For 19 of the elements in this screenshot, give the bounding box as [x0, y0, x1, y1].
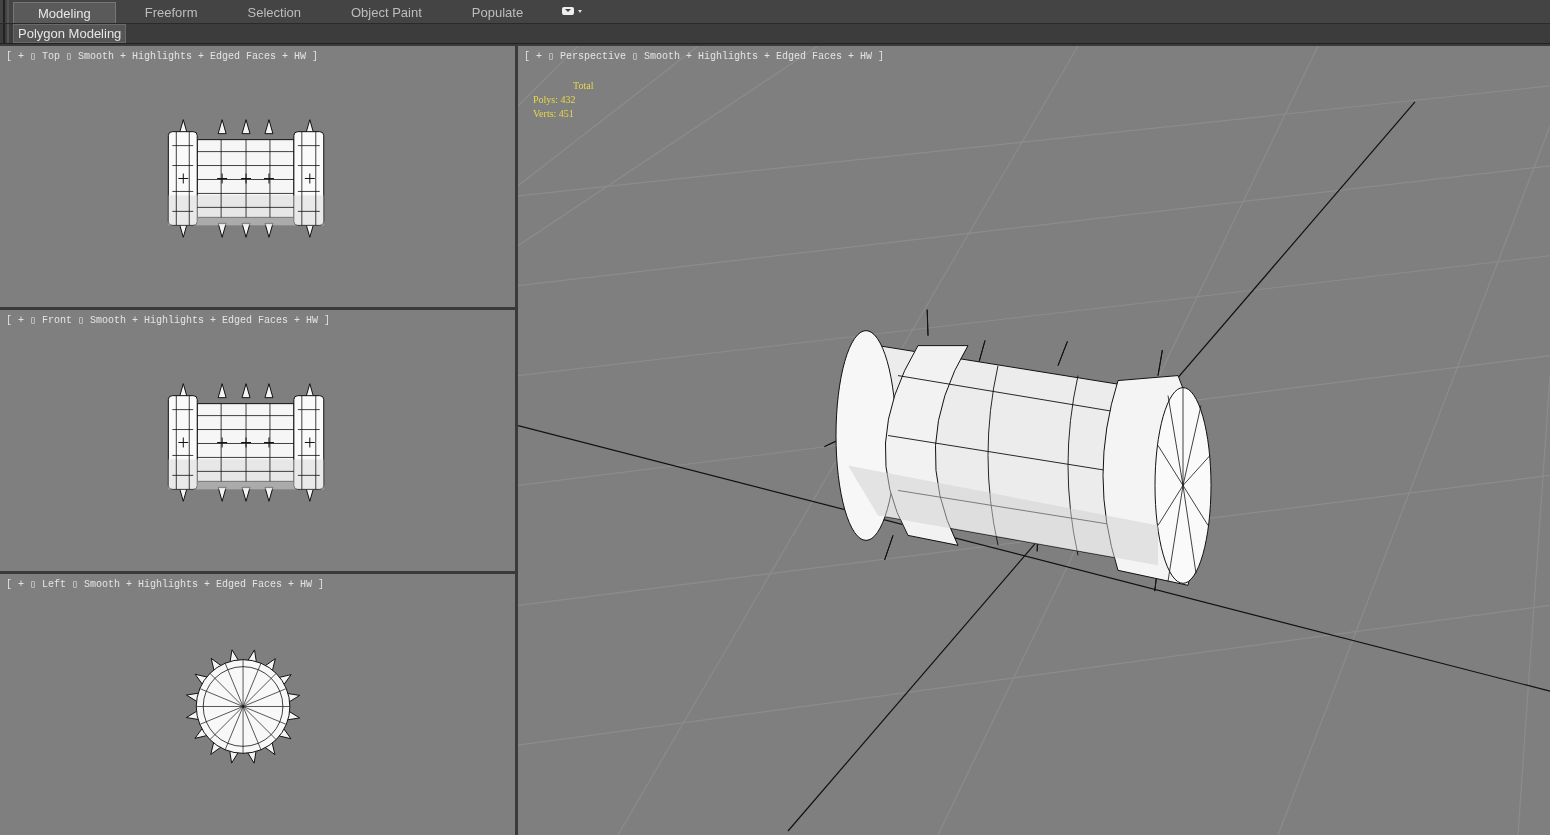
ribbon-tab[interactable]: Selection	[226, 2, 322, 23]
toolbar-grip[interactable]	[3, 0, 9, 23]
viewport-label[interactable]: [ + ▯ Perspective ▯ Smooth + Highlights + Edged Faces + HW ]	[524, 50, 885, 62]
ribbon-tab[interactable]: Object Paint	[330, 2, 443, 23]
stats-line: Polys: 432	[533, 94, 577, 105]
viewport-label[interactable]: [ + ▯ Top ▯ Smooth + Highlights + Edged Faces + HW ]	[6, 50, 319, 62]
viewport[interactable]: [ + ▯ Top ▯ Smooth + Highlights + Edged Faces + HW ]	[0, 46, 515, 307]
panel-button[interactable]: Polygon Modeling	[13, 24, 127, 43]
stats-title: Total	[573, 80, 594, 91]
viewport[interactable]: [ + ▯ Left ▯ Smooth + Highlights + Edged Faces + HW ]	[0, 574, 515, 835]
ribbon-tab[interactable]: Populate	[450, 2, 545, 23]
viewport-label[interactable]: [ + ▯ Left ▯ Smooth + Highlights + Edged Faces + HW ]	[6, 578, 325, 590]
viewport[interactable]: [ + ▯ Front ▯ Smooth + Highlights + Edged Faces + HW ]	[0, 310, 515, 571]
viewport[interactable]: [ + ▯ Perspective ▯ Smooth + Highlights + Edged Faces + HW ] Total Polys: 432 Verts: 451	[518, 46, 1550, 835]
stats-line: Verts: 451	[533, 108, 575, 119]
dropdown-icon[interactable]	[562, 6, 585, 16]
ribbon-tab[interactable]: Modeling	[13, 2, 116, 23]
viewport-label[interactable]: [ + ▯ Front ▯ Smooth + Highlights + Edged Faces + HW ]	[6, 314, 331, 326]
ribbon-tab[interactable]: Freeform	[123, 2, 219, 23]
